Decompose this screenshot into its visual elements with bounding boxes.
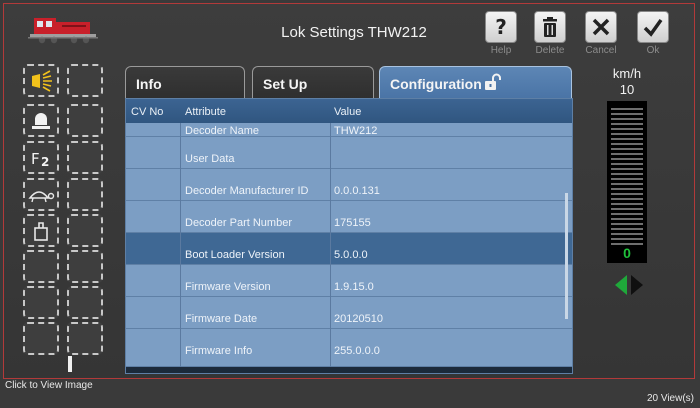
cancel-label: Cancel: [585, 45, 617, 56]
device-screen: Lok Settings THW212 ? Help Delete Cancel…: [3, 3, 695, 379]
value-cell: 175155: [334, 217, 371, 229]
tab-configuration[interactable]: Configuration: [379, 66, 572, 98]
speed-readout: 0: [623, 245, 631, 261]
ok-label: Ok: [646, 45, 660, 56]
value-cell: 255.0.0.0: [334, 345, 380, 357]
direction-forward-icon[interactable]: [630, 274, 644, 296]
unlock-icon: [485, 73, 501, 90]
table-row[interactable]: Firmware Info 255.0.0.0: [126, 329, 572, 367]
locomotive-image[interactable]: [28, 12, 98, 46]
attribute-cell: Firmware Info: [185, 345, 253, 357]
attribute-cell: Decoder Manufacturer ID: [185, 185, 309, 197]
view-count: 20 View(s): [646, 393, 694, 404]
svg-text:2: 2: [41, 155, 49, 168]
speed-unit: km/h: [612, 66, 642, 81]
value-cell: 1.9.15.0: [334, 281, 374, 293]
page-title: Lok Settings THW212: [281, 24, 427, 41]
svg-text:?: ?: [495, 16, 507, 38]
tab-info-label: Info: [136, 76, 162, 92]
attribute-cell: Firmware Date: [185, 313, 258, 325]
check-icon: [643, 18, 663, 37]
speed-max: 10: [619, 82, 635, 97]
column-header-value[interactable]: Value: [334, 106, 361, 118]
function-button-f4[interactable]: [23, 214, 59, 247]
column-divider: [180, 99, 181, 373]
attribute-cell: Decoder Name: [185, 125, 259, 137]
tab-info[interactable]: Info: [125, 66, 245, 98]
tab-configuration-label: Configuration: [390, 76, 482, 92]
value-cell: 5.0.0.0: [334, 249, 368, 261]
function-button-empty[interactable]: [67, 322, 103, 355]
attribute-cell: Boot Loader Version: [185, 249, 285, 261]
table-footer-bar: [126, 367, 572, 373]
app-window: Lok Settings THW212 ? Help Delete Cancel…: [0, 0, 700, 408]
tab-setup-label: Set Up: [263, 76, 308, 92]
attribute-cell: Decoder Part Number: [185, 217, 292, 229]
function-button-empty[interactable]: [67, 104, 103, 137]
f2-icon: F 2: [31, 150, 49, 168]
cancel-button[interactable]: Cancel: [576, 11, 626, 57]
column-header-cv[interactable]: CV No: [131, 106, 163, 118]
help-button[interactable]: ? Help: [476, 11, 526, 57]
svg-text:F: F: [31, 150, 40, 168]
table-row[interactable]: Decoder Name THW212: [126, 123, 572, 137]
table-scrollbar[interactable]: [565, 193, 568, 319]
function-button-f3[interactable]: [23, 178, 59, 211]
view-image-link[interactable]: Click to View Image: [5, 380, 93, 391]
table-row[interactable]: Firmware Date 20120510: [126, 297, 572, 329]
direction-reverse-icon[interactable]: [614, 274, 628, 296]
function-button-f2[interactable]: F 2: [23, 141, 59, 174]
table-row[interactable]: Firmware Version 1.9.15.0: [126, 265, 572, 297]
function-button-empty[interactable]: [67, 286, 103, 319]
value-cell: THW212: [334, 125, 378, 137]
value-cell: 20120510: [334, 313, 383, 325]
weight-icon: [34, 221, 48, 241]
function-button-f1[interactable]: [23, 104, 59, 137]
turtle-icon: [28, 190, 55, 202]
bell-icon: [32, 112, 50, 129]
config-table: Decoder Name THW212 User Data Decoder Ma…: [125, 98, 573, 374]
function-button-empty[interactable]: [67, 250, 103, 283]
table-row[interactable]: User Data: [126, 137, 572, 169]
table-row[interactable]: Decoder Part Number 175155: [126, 201, 572, 233]
speed-scale: [611, 105, 643, 245]
value-cell: 0.0.0.131: [334, 185, 380, 197]
function-button-empty[interactable]: [23, 286, 59, 319]
speed-slider[interactable]: 0: [607, 101, 647, 263]
column-divider: [330, 99, 331, 373]
delete-button[interactable]: Delete: [525, 11, 575, 57]
function-button-empty[interactable]: [23, 322, 59, 355]
function-button-empty[interactable]: [23, 250, 59, 283]
table-header: CV No Attribute Value: [126, 99, 572, 123]
function-button-empty[interactable]: [67, 141, 103, 174]
attribute-cell: Firmware Version: [185, 281, 271, 293]
table-row[interactable]: Decoder Manufacturer ID 0.0.0.131: [126, 169, 572, 201]
column-header-attribute[interactable]: Attribute: [185, 106, 226, 118]
headlight-icon: [32, 69, 52, 92]
help-icon: ?: [495, 16, 507, 38]
ok-button[interactable]: Ok: [628, 11, 678, 57]
delete-label: Delete: [535, 45, 565, 56]
function-button-empty[interactable]: [67, 64, 103, 97]
attribute-cell: User Data: [185, 153, 235, 165]
function-button-f0[interactable]: [23, 64, 59, 97]
table-row-selected[interactable]: Boot Loader Version 5.0.0.0: [126, 233, 572, 265]
function-button-empty[interactable]: [67, 214, 103, 247]
tab-setup[interactable]: Set Up: [252, 66, 374, 98]
trash-icon: [543, 17, 557, 37]
function-scroll-indicator[interactable]: [68, 356, 72, 372]
function-button-empty[interactable]: [67, 178, 103, 211]
close-icon: [592, 18, 610, 36]
help-label: Help: [490, 45, 512, 56]
